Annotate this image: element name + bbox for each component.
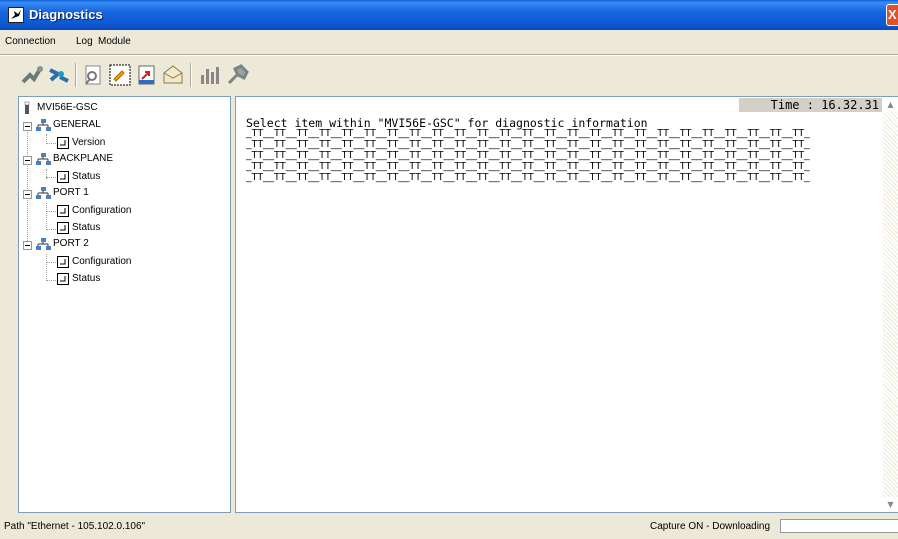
disconnect-button[interactable] xyxy=(47,63,71,87)
scroll-down-icon[interactable]: ▼ xyxy=(883,497,898,512)
network-icon xyxy=(36,119,51,131)
export-button[interactable] xyxy=(135,63,159,87)
tree-connector xyxy=(46,229,56,230)
tree-connector xyxy=(46,211,56,212)
title-bar: Diagnostics X xyxy=(0,0,898,30)
diagnostic-output[interactable]: Time : 16.32.31 Select item within "MVI5… xyxy=(235,96,898,513)
vertical-scrollbar[interactable]: ▲ ▼ xyxy=(883,97,898,512)
tree-connector xyxy=(46,177,56,178)
tree-connector xyxy=(46,143,56,144)
tree-item-label: Status xyxy=(72,222,101,233)
tree-group-backplane[interactable]: BACKPLANE xyxy=(23,152,223,168)
window-title: Diagnostics xyxy=(29,7,103,22)
menu-log[interactable]: Log xyxy=(76,36,93,47)
close-button[interactable]: X xyxy=(886,4,898,26)
menu-connection[interactable]: Connection xyxy=(5,36,56,47)
scroll-up-icon[interactable]: ▲ xyxy=(883,97,898,112)
chart-button[interactable] xyxy=(198,63,222,87)
capture-icon xyxy=(109,64,131,86)
collapse-icon[interactable] xyxy=(23,241,32,250)
tree-item-label: Status xyxy=(72,171,101,182)
settings-button[interactable] xyxy=(226,63,250,87)
document-icon xyxy=(57,137,69,149)
output-message: Select item within "MVI56E-GSC" for diag… xyxy=(246,116,648,130)
find-icon xyxy=(85,65,101,85)
disconnect-icon xyxy=(49,68,69,83)
collapse-icon[interactable] xyxy=(23,122,32,131)
tree-connector xyxy=(46,280,56,281)
tree-group-label: GENERAL xyxy=(53,119,101,130)
output-pattern-line: _TT__TT__TT__TT__TT__TT__TT__TT__TT__TT_… xyxy=(246,129,810,139)
document-icon xyxy=(57,256,69,268)
tree-group-port1[interactable]: PORT 1 xyxy=(23,186,223,202)
export-icon xyxy=(138,65,155,85)
document-icon xyxy=(57,171,69,183)
capture-status: Capture ON - Downloading xyxy=(650,521,771,532)
tree-item-version[interactable]: Version xyxy=(57,136,217,152)
time-display: Time : 16.32.31 xyxy=(738,98,882,112)
close-icon: X xyxy=(888,7,897,22)
document-icon xyxy=(57,222,69,234)
output-pattern-line: _TT__TT__TT__TT__TT__TT__TT__TT__TT__TT_… xyxy=(246,173,810,183)
connection-path: Path "Ethernet - 105.102.0.106" xyxy=(4,521,146,532)
menu-module[interactable]: Module xyxy=(98,36,131,47)
status-bar: Path "Ethernet - 105.102.0.106" Capture … xyxy=(0,516,898,539)
collapse-icon[interactable] xyxy=(23,190,32,199)
tree-root-label: MVI56E-GSC xyxy=(37,102,98,113)
output-pattern-line: _TT__TT__TT__TT__TT__TT__TT__TT__TT__TT_… xyxy=(246,162,810,172)
output-pattern-line: _TT__TT__TT__TT__TT__TT__TT__TT__TT__TT_… xyxy=(246,151,810,161)
connect-button[interactable] xyxy=(20,63,44,87)
mail-button[interactable] xyxy=(161,63,185,87)
tree-item-port1-status[interactable]: Status xyxy=(57,221,217,237)
network-icon xyxy=(36,238,51,250)
menu-bar: Connection Log Module xyxy=(0,33,898,53)
tree-item-label: Configuration xyxy=(72,256,132,267)
tree-root[interactable]: MVI56E-GSC xyxy=(23,101,223,117)
mail-icon xyxy=(163,65,183,84)
capture-button[interactable] xyxy=(108,63,132,87)
tree-item-label: Version xyxy=(72,137,106,148)
app-icon xyxy=(8,7,24,23)
tree-item-port2-configuration[interactable]: Configuration xyxy=(57,255,217,271)
collapse-icon[interactable] xyxy=(23,156,32,165)
tree-item-label: Status xyxy=(72,273,101,284)
tree-group-label: PORT 1 xyxy=(53,187,89,198)
tree-item-port2-status[interactable]: Status xyxy=(57,272,217,288)
find-button[interactable] xyxy=(82,63,106,87)
module-icon xyxy=(24,101,30,114)
document-icon xyxy=(57,205,69,217)
chart-icon xyxy=(201,67,219,84)
network-icon xyxy=(36,153,51,165)
connect-icon xyxy=(21,66,43,84)
settings-icon xyxy=(227,64,249,85)
output-pattern-line: _TT__TT__TT__TT__TT__TT__TT__TT__TT__TT_… xyxy=(246,140,810,150)
network-icon xyxy=(36,187,51,199)
document-icon xyxy=(57,273,69,285)
tree-group-label: PORT 2 xyxy=(53,238,89,249)
menu-divider-highlight xyxy=(0,55,898,56)
tree-group-general[interactable]: GENERAL xyxy=(23,118,223,134)
module-tree[interactable]: MVI56E-GSC GENERAL Version BACKPLANE Sta… xyxy=(18,96,231,513)
tree-connector xyxy=(46,203,47,230)
tree-item-label: Configuration xyxy=(72,205,132,216)
tree-item-backplane-status[interactable]: Status xyxy=(57,170,217,186)
toolbar-separator xyxy=(190,63,192,87)
tree-connector xyxy=(46,262,56,263)
tree-item-port1-configuration[interactable]: Configuration xyxy=(57,204,217,220)
tree-group-label: BACKPLANE xyxy=(53,153,114,164)
tree-group-port2[interactable]: PORT 2 xyxy=(23,237,223,253)
download-progress xyxy=(780,519,898,533)
tree-connector xyxy=(46,254,47,281)
toolbar-separator xyxy=(75,63,77,87)
